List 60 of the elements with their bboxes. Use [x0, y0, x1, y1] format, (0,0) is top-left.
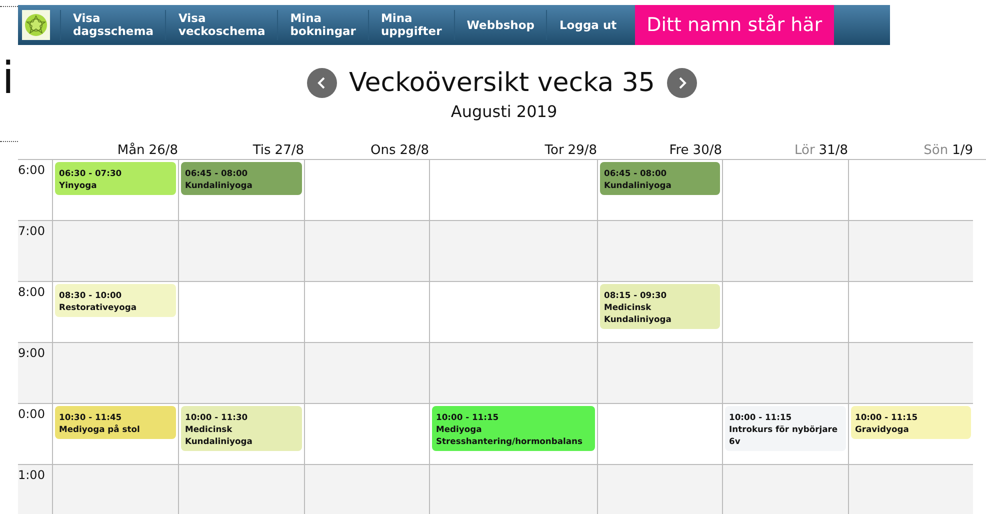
day-name: Tor — [544, 143, 564, 159]
previous-week-button[interactable] — [307, 68, 338, 98]
day-name: Mån — [117, 143, 145, 159]
class-name: Mediyoga Stresshantering/hormonbalans — [436, 423, 584, 447]
nav-link[interactable]: Visa veckoschema — [165, 10, 278, 40]
class-name: Medicinsk Kundaliniyoga — [185, 423, 254, 447]
class-event[interactable]: 10:30 - 11:45 Mediyoga på stol — [55, 406, 176, 439]
class-event[interactable]: 10:00 - 11:30 Medicinsk Kundaliniyoga — [181, 406, 302, 451]
class-event[interactable]: 08:15 - 09:30 Medicinsk Kundaliniyoga — [600, 284, 720, 329]
class-name: Yinyoga — [59, 179, 98, 191]
cut-off-text: i — [1, 57, 16, 101]
class-event[interactable]: 10:00 - 11:15 Gravidyoga — [851, 406, 971, 439]
nav-link[interactable]: Logga ut — [546, 10, 629, 40]
day-date: 31/8 — [818, 143, 848, 159]
nav-link[interactable]: Mina uppgifter — [368, 10, 454, 40]
class-time: 08:30 - 10:00 — [59, 289, 123, 301]
class-time: 08:15 - 09:30 — [604, 289, 668, 301]
class-event[interactable]: 06:45 - 08:00 Kundaliniyoga — [600, 162, 720, 195]
day-name: Ons — [370, 143, 396, 159]
class-name: Restorativeyoga — [59, 301, 138, 313]
hour-label: 1:00 — [18, 465, 52, 514]
day-date: 30/8 — [692, 143, 722, 159]
class-time: 10:00 - 11:15 — [855, 411, 919, 423]
nav-link[interactable]: Webbshop — [454, 10, 546, 40]
class-name: Kundaliniyoga — [185, 179, 254, 191]
class-name: Introkurs för nybörjare 6v — [729, 423, 839, 447]
hour-label: 7:00 — [18, 221, 52, 282]
day-name: Lör — [794, 143, 815, 159]
day-name: Tis — [252, 143, 271, 159]
class-time: 06:45 - 08:00 — [604, 167, 668, 179]
class-name: Mediyoga på stol — [59, 423, 141, 435]
flower-logo-icon — [22, 10, 50, 40]
nav-link[interactable]: Mina bokningar — [277, 10, 368, 40]
week-title: Veckoöversikt vecka 35 — [349, 68, 655, 98]
user-name: Ditt namn står här — [634, 5, 834, 45]
next-week-button[interactable] — [666, 68, 697, 98]
class-event[interactable]: 10:00 - 11:15 Mediyoga Stresshantering/hormonbalans — [432, 406, 595, 451]
day-date: 29/8 — [568, 143, 597, 159]
class-name: Gravidyoga — [855, 423, 910, 435]
day-date: 1/9 — [952, 143, 973, 159]
class-event[interactable]: 06:30 - 07:30 Yinyoga — [55, 162, 176, 195]
class-event[interactable]: 08:30 - 10:00 Restorativeyoga — [55, 284, 176, 317]
class-name: Kundaliniyoga — [604, 179, 672, 191]
class-time: 10:00 - 11:30 — [185, 411, 249, 423]
day-name: Fre — [669, 143, 689, 159]
class-time: 06:45 - 08:00 — [185, 167, 249, 179]
class-name: Medicinsk Kundaliniyoga — [604, 301, 672, 325]
day-date: 27/8 — [274, 143, 304, 159]
month-label: Augusti 2019 — [450, 102, 558, 121]
nav-link[interactable]: Visa dagsschema — [60, 10, 166, 40]
day-date: 28/8 — [400, 143, 429, 159]
day-date: 26/8 — [148, 143, 178, 159]
class-time: 10:00 - 11:15 — [436, 411, 500, 423]
hour-label: 9:00 — [18, 343, 52, 404]
class-time: 10:00 - 11:15 — [729, 411, 793, 423]
class-event[interactable]: 10:00 - 11:15 Introkurs för nybörjare 6v — [725, 406, 846, 451]
class-event[interactable]: 06:45 - 08:00 Kundaliniyoga — [181, 162, 302, 195]
class-time: 06:30 - 07:30 — [59, 167, 123, 179]
day-name: Sön — [924, 143, 948, 159]
class-time: 10:30 - 11:45 — [59, 411, 123, 423]
